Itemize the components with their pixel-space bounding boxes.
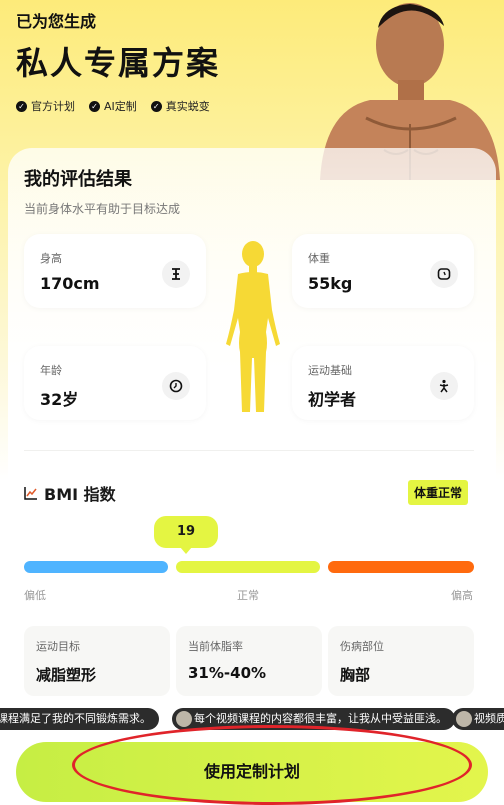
bmi-label-low: 偏低	[24, 589, 46, 602]
goal-label: 伤病部位	[340, 640, 384, 653]
check-icon: ✓	[16, 100, 27, 112]
bmi-title-text: BMI 指数	[44, 485, 116, 504]
badge-real-change: ✓ 真实蜕变	[150, 98, 210, 114]
assessment-subtitle: 当前身体水平有助于目标达成	[24, 202, 181, 216]
bmi-label-normal: 正常	[237, 589, 259, 602]
use-custom-plan-button[interactable]: 使用定制计划	[16, 742, 488, 802]
badge-label: 官方计划	[31, 100, 75, 113]
testimonial-item: 每个视频课程的内容都很丰富，让我从中受益匪浅。	[172, 708, 455, 730]
goal-card-body-fat: 当前体脂率 31%-40%	[176, 626, 322, 696]
stat-value: 170cm	[40, 274, 100, 293]
assessment-title-text: 我的评估结果	[24, 169, 132, 190]
testimonial-text: 视频质	[474, 712, 504, 725]
stat-exercise-level: 运动基础 初学者	[292, 346, 474, 420]
stat-label: 运动基础	[308, 364, 352, 377]
testimonial-item: 视频质	[452, 708, 504, 730]
check-icon: ✓	[89, 100, 100, 112]
feature-badges: ✓ 官方计划 ✓ AI定制 ✓ 真实蜕变	[16, 98, 210, 114]
avatar	[456, 711, 472, 727]
stat-value: 32岁	[40, 390, 79, 409]
stat-height: 身高 170cm	[24, 234, 206, 308]
bmi-status-badge: 体重正常	[408, 480, 469, 505]
clock-icon	[162, 372, 190, 400]
badge-ai-custom: ✓ AI定制	[89, 98, 137, 114]
page-subtitle: 已为您生成	[16, 12, 97, 31]
testimonial-item: 洋课程满足了我的不同锻炼需求。	[0, 708, 159, 730]
stat-label: 年龄	[40, 364, 62, 377]
bmi-section-title: BMI 指数	[24, 481, 116, 505]
goal-card-injury: 伤病部位 胸部	[328, 626, 474, 696]
stat-age: 年龄 32岁	[24, 346, 206, 420]
testimonial-text: 洋课程满足了我的不同锻炼需求。	[0, 712, 151, 725]
bmi-label-high: 偏高	[451, 589, 473, 602]
goal-label: 运动目标	[36, 640, 80, 653]
stat-label: 身高	[40, 252, 62, 265]
assessment-title: 我的评估结果	[24, 165, 132, 191]
stat-value: 55kg	[308, 274, 353, 293]
stat-label: 体重	[308, 252, 330, 265]
check-icon: ✓	[150, 100, 162, 112]
bmi-bar-high	[328, 561, 474, 573]
body-silhouette-icon	[226, 241, 280, 412]
height-icon	[162, 260, 190, 288]
page-title: 私人专属方案	[16, 38, 226, 84]
trend-chart-icon	[24, 487, 37, 500]
page-title-text: 私人专属方案	[16, 44, 221, 82]
goal-value: 31%-40%	[188, 664, 267, 682]
badge-label: 真实蜕变	[165, 100, 210, 113]
section-divider	[24, 450, 474, 451]
goal-card-exercise-target: 运动目标 减脂塑形	[24, 626, 170, 696]
stat-weight: 体重 55kg	[292, 234, 474, 308]
goal-value: 减脂塑形	[36, 666, 97, 684]
goal-label: 当前体脂率	[188, 640, 243, 653]
scale-icon	[430, 260, 458, 288]
bmi-value-marker: 19	[154, 516, 218, 554]
badge-official-plan: ✓ 官方计划	[16, 98, 75, 114]
assessment-card	[8, 148, 496, 708]
bmi-bar-normal	[176, 561, 320, 573]
goal-value: 胸部	[340, 666, 371, 684]
badge-label: AI定制	[104, 100, 137, 113]
stat-value: 初学者	[308, 390, 357, 409]
avatar	[176, 711, 192, 727]
bmi-bar-low	[24, 561, 168, 573]
exercise-icon	[430, 372, 458, 400]
testimonial-text: 每个视频课程的内容都很丰富，让我从中受益匪浅。	[194, 712, 447, 725]
testimonial-ticker: 洋课程满足了我的不同锻炼需求。 每个视频课程的内容都很丰富，让我从中受益匪浅。 …	[0, 708, 504, 730]
